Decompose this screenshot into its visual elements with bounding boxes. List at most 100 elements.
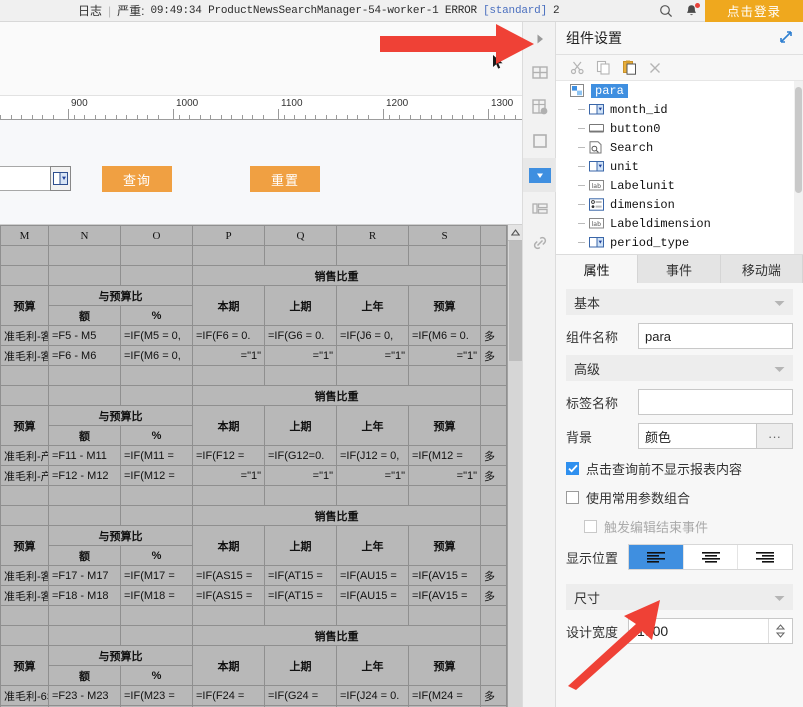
- empty-cell[interactable]: [480, 645, 507, 686]
- empty-cell[interactable]: [264, 485, 337, 506]
- subheader-cell[interactable]: %: [120, 665, 193, 686]
- overflow-cell[interactable]: 多: [480, 565, 507, 586]
- formula-cell[interactable]: =IF(J6 = 0,: [336, 325, 409, 346]
- chevron-down-icon[interactable]: [774, 295, 785, 310]
- empty-cell[interactable]: [408, 485, 481, 506]
- background-more-button[interactable]: ···: [757, 423, 793, 449]
- align-right-button[interactable]: [738, 545, 792, 569]
- empty-cell[interactable]: [336, 245, 409, 266]
- header-sub-cell[interactable]: 本期: [192, 405, 265, 446]
- dropdown-widget-icon[interactable]: [523, 158, 557, 192]
- header-sub-cell[interactable]: 本期: [192, 285, 265, 326]
- group-title-cell[interactable]: 销售比重: [192, 385, 481, 406]
- background-select[interactable]: 颜色: [638, 423, 757, 449]
- design-width-stepper[interactable]: [768, 619, 792, 643]
- column-header-q[interactable]: Q: [264, 225, 337, 246]
- formula-cell[interactable]: =IF(AT15 =: [264, 585, 337, 606]
- empty-cell[interactable]: [0, 245, 49, 266]
- empty-cell[interactable]: [0, 505, 49, 526]
- header-budget-cell[interactable]: 预算: [0, 525, 49, 566]
- formula-cell-percent[interactable]: =IF(M23 =: [120, 685, 193, 706]
- grid-widget-icon[interactable]: [523, 56, 557, 90]
- formula-cell[interactable]: ="1": [336, 465, 409, 486]
- chevron-down-icon[interactable]: [774, 361, 785, 376]
- header-sub-cell[interactable]: 上期: [264, 525, 337, 566]
- formula-cell[interactable]: =IF(AU15 =: [336, 565, 409, 586]
- column-header-n[interactable]: N: [48, 225, 121, 246]
- frame-widget-icon[interactable]: [523, 124, 557, 158]
- formula-cell-amount[interactable]: =F17 - M17: [48, 565, 121, 586]
- empty-cell[interactable]: [120, 605, 193, 626]
- column-header-r[interactable]: R: [336, 225, 409, 246]
- formula-cell[interactable]: =IF(M24 =: [408, 685, 481, 706]
- subheader-cell[interactable]: %: [120, 545, 193, 566]
- row-label-cell[interactable]: 准毛利-客: [0, 325, 49, 346]
- formula-cell[interactable]: =IF(M6 = 0.: [408, 325, 481, 346]
- formula-cell[interactable]: =IF(F24 =: [192, 685, 265, 706]
- formula-cell-amount[interactable]: =F23 - M23: [48, 685, 121, 706]
- formula-cell[interactable]: =IF(F12 =: [192, 445, 265, 466]
- query-button[interactable]: 查询: [102, 166, 172, 192]
- list-widget-icon[interactable]: [523, 192, 557, 226]
- formula-cell-amount[interactable]: =F18 - M18: [48, 585, 121, 606]
- empty-cell[interactable]: [408, 245, 481, 266]
- combobox-icon[interactable]: [50, 166, 71, 191]
- formula-cell-percent[interactable]: =IF(M6 = 0,: [120, 345, 193, 366]
- tab-事件[interactable]: 事件: [638, 255, 721, 283]
- tree-item-labeldimension[interactable]: lab Labeldimension: [556, 214, 803, 233]
- formula-cell-percent[interactable]: =IF(M12 =: [120, 465, 193, 486]
- empty-cell[interactable]: [48, 385, 121, 406]
- login-button[interactable]: 点击登录: [704, 0, 803, 22]
- tree-vertical-scrollbar[interactable]: [794, 81, 803, 254]
- header-sub-cell[interactable]: 上年: [336, 645, 409, 686]
- group-title-cell[interactable]: 销售比重: [192, 505, 481, 526]
- cut-icon[interactable]: [566, 58, 588, 78]
- empty-cell[interactable]: [480, 265, 507, 286]
- expand-panel-arrow[interactable]: [523, 22, 557, 56]
- empty-cell[interactable]: [480, 385, 507, 406]
- formula-cell[interactable]: =IF(AU15 =: [336, 585, 409, 606]
- subheader-cell[interactable]: 额: [48, 425, 121, 446]
- empty-cell[interactable]: [48, 605, 121, 626]
- tab-移动端[interactable]: 移动端: [720, 255, 803, 283]
- empty-cell[interactable]: [0, 605, 49, 626]
- delete-icon[interactable]: [644, 58, 666, 78]
- reset-button[interactable]: 重置: [250, 166, 320, 192]
- empty-cell[interactable]: [480, 505, 507, 526]
- empty-cell[interactable]: [0, 485, 49, 506]
- group-title-cell[interactable]: 销售比重: [192, 265, 481, 286]
- formula-cell[interactable]: ="1": [192, 465, 265, 486]
- empty-cell[interactable]: [120, 365, 193, 386]
- combobox-input[interactable]: [0, 166, 50, 191]
- formula-cell[interactable]: =IF(AV15 =: [408, 565, 481, 586]
- expand-diagonal-icon[interactable]: [779, 30, 793, 47]
- empty-cell[interactable]: [48, 245, 121, 266]
- use-param-group-row[interactable]: 使用常用参数组合: [566, 488, 793, 507]
- header-sub-cell[interactable]: 上期: [264, 645, 337, 686]
- empty-cell[interactable]: [48, 625, 121, 646]
- header-budget-cell[interactable]: 预算: [0, 285, 49, 326]
- empty-cell[interactable]: [336, 365, 409, 386]
- table-row[interactable]: 准毛利-客 =F6 - M6 =IF(M6 = 0, ="1" ="1" ="1" ="1"…: [0, 345, 507, 366]
- formula-cell-percent[interactable]: =IF(M11 =: [120, 445, 193, 466]
- overflow-cell[interactable]: 多: [480, 325, 507, 346]
- formula-cell[interactable]: =IF(M12 =: [408, 445, 481, 466]
- empty-cell[interactable]: [480, 405, 507, 446]
- empty-cell[interactable]: [408, 365, 481, 386]
- formula-cell-amount[interactable]: =F12 - M12: [48, 465, 121, 486]
- report-block-icon[interactable]: [523, 90, 557, 124]
- header-sub-cell[interactable]: 预算: [408, 405, 481, 446]
- row-label-cell[interactable]: 准毛利-6S: [0, 685, 49, 706]
- tree-item-period_type[interactable]: period_type: [556, 233, 803, 252]
- empty-cell[interactable]: [0, 365, 49, 386]
- empty-cell[interactable]: [48, 365, 121, 386]
- empty-cell[interactable]: [192, 485, 265, 506]
- formula-cell[interactable]: =IF(G24 =: [264, 685, 337, 706]
- empty-cell[interactable]: [264, 245, 337, 266]
- search-icon[interactable]: [653, 0, 679, 22]
- paste-icon[interactable]: [618, 58, 640, 78]
- sheet-vertical-scrollbar[interactable]: [507, 225, 522, 707]
- component-name-input[interactable]: para: [638, 323, 793, 349]
- formula-cell[interactable]: =IF(AV15 =: [408, 585, 481, 606]
- empty-cell[interactable]: [0, 265, 49, 286]
